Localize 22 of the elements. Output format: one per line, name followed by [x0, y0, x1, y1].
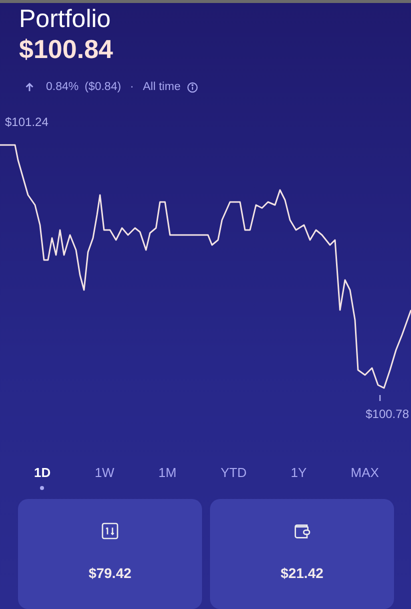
page-title: Portfolio: [18, 4, 112, 33]
chart-low-label: $100.78: [366, 407, 409, 421]
range-tab[interactable]: 1W: [90, 462, 118, 482]
balance-card[interactable]: $21.42: [210, 499, 394, 609]
period-label: All time: [142, 81, 181, 93]
change-percent: 0.84%: [46, 81, 79, 93]
low-marker: [379, 395, 381, 401]
range-tab[interactable]: 1M: [154, 462, 180, 482]
range-tab[interactable]: MAX: [346, 462, 383, 482]
balance-amount: $100.84: [18, 33, 114, 65]
balance-card[interactable]: $79.42: [18, 499, 202, 609]
separator-dot: ·: [130, 81, 134, 93]
card-amount: $79.42: [88, 565, 132, 581]
change-amount: ($0.84): [84, 81, 122, 93]
range-tab[interactable]: 1Y: [286, 462, 311, 482]
card-amount: $21.42: [280, 565, 324, 581]
range-tab[interactable]: YTD: [216, 462, 251, 482]
selected-dot: [40, 486, 44, 490]
info-icon[interactable]: [186, 82, 198, 92]
chart-high-label: $101.24: [5, 115, 48, 129]
range-tab[interactable]: 1D: [30, 462, 55, 482]
transfer-icon: [100, 521, 120, 541]
